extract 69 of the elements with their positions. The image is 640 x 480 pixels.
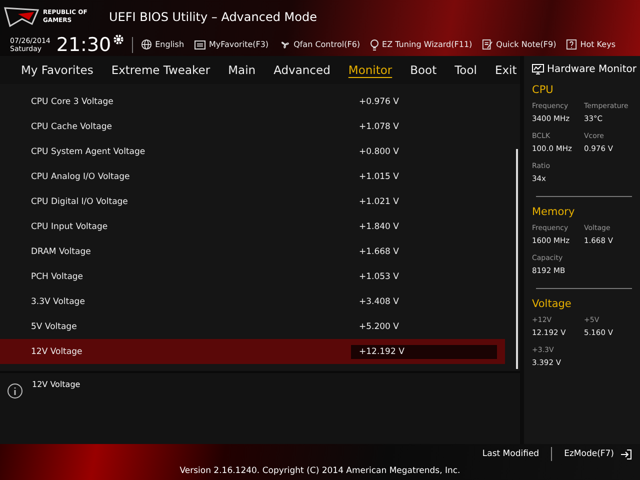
panel-title: Hardware Monitor <box>547 64 636 74</box>
last-modified-button[interactable]: Last Modified <box>482 449 540 459</box>
setting-name: CPU Core 3 Voltage <box>31 96 114 106</box>
note-pencil-icon <box>482 39 494 50</box>
monitor-icon <box>532 64 544 74</box>
setting-row[interactable]: 3.3V Voltage +3.408 V <box>0 289 505 314</box>
globe-icon <box>141 39 152 50</box>
setting-value: +0.976 V <box>358 96 400 108</box>
setting-row[interactable]: CPU System Agent Voltage +0.800 V <box>0 139 505 164</box>
setting-value: +0.800 V <box>358 146 400 158</box>
toolbar-button[interactable]: Qfan Control(F6) <box>278 39 366 50</box>
help-text: 12V Voltage <box>32 380 80 389</box>
setting-row[interactable]: CPU Digital I/O Voltage +1.021 V <box>0 189 505 214</box>
scrollbar[interactable] <box>516 149 518 369</box>
setting-row[interactable]: PCH Voltage +1.053 V <box>0 264 505 289</box>
menu-tab[interactable]: Advanced <box>266 63 338 77</box>
setting-name: CPU Analog I/O Voltage <box>31 172 131 182</box>
section-title: CPU <box>532 84 554 96</box>
eye-logo-icon <box>4 6 40 28</box>
setting-row[interactable]: CPU Analog I/O Voltage +1.015 V <box>0 164 505 189</box>
toolbar-button[interactable]: Quick Note(F9) <box>482 39 562 50</box>
setting-row[interactable]: 5V Voltage +5.200 V <box>0 314 505 339</box>
setting-name: CPU Digital I/O Voltage <box>31 196 129 206</box>
setting-name: PCH Voltage <box>31 272 84 282</box>
section-title: Voltage <box>532 298 572 310</box>
setting-name: CPU System Agent Voltage <box>31 146 146 156</box>
version-text: Version 2.16.1240. Copyright (C) 2014 American Megatrends, Inc. <box>180 466 460 476</box>
menu-tab[interactable]: Tool <box>448 63 484 77</box>
setting-name: 3.3V Voltage <box>31 296 86 306</box>
exit-arrow-icon[interactable] <box>620 448 632 460</box>
fan-icon <box>278 39 291 50</box>
setting-row[interactable]: 12V Voltage +12.192 V <box>0 339 505 364</box>
help-icon <box>566 39 578 50</box>
setting-row[interactable]: DRAM Voltage +1.668 V <box>0 239 505 264</box>
toolbar-button[interactable]: EZ Tuning Wizard(F11) <box>370 38 478 50</box>
menu-tab[interactable]: Exit <box>488 63 524 77</box>
setting-value: +1.053 V <box>358 270 400 284</box>
setting-value: +1.015 V <box>358 170 400 184</box>
setting-name: 12V Voltage <box>31 346 84 356</box>
setting-value: +5.200 V <box>358 320 400 334</box>
setting-name: CPU Input Voltage <box>31 222 109 232</box>
toolbar-button[interactable]: English <box>141 39 190 50</box>
info-icon <box>7 383 23 399</box>
menu-tab[interactable]: Main <box>221 63 263 77</box>
light-bulb-icon <box>370 38 380 50</box>
setting-value: +3.408 V <box>358 296 400 308</box>
ez-mode-button[interactable]: EzMode(F7) <box>564 449 614 459</box>
menu-tab[interactable]: Boot <box>403 63 444 77</box>
setting-value: +12.192 V <box>351 344 497 358</box>
setting-row[interactable]: CPU Core 3 Voltage +0.976 V <box>0 89 505 114</box>
setting-name: 5V Voltage <box>31 322 78 332</box>
clock-time: 21:30 <box>56 34 112 56</box>
section-title: Memory <box>532 206 576 218</box>
menu-tab[interactable]: Extreme Tweaker <box>104 63 218 77</box>
setting-value: +1.668 V <box>358 246 400 258</box>
setting-value: +1.840 V <box>358 220 400 234</box>
setting-name: CPU Cache Voltage <box>31 122 114 132</box>
setting-value: +1.021 V <box>358 196 400 208</box>
window-title: UEFI BIOS Utility – Advanced Mode <box>109 10 317 24</box>
setting-row[interactable]: CPU Input Voltage +1.840 V <box>0 214 505 239</box>
setting-value: +1.078 V <box>358 120 400 134</box>
setting-row[interactable]: CPU Cache Voltage +1.078 V <box>0 114 505 139</box>
menu-tab[interactable]: My Favorites <box>14 63 100 77</box>
toolbar-button[interactable]: Hot Keys <box>566 39 620 50</box>
list-window-icon <box>194 40 206 50</box>
settings-icon[interactable] <box>113 34 124 45</box>
menu-tab[interactable]: Monitor <box>341 63 400 77</box>
setting-name: DRAM Voltage <box>31 246 92 256</box>
toolbar-button[interactable]: MyFavorite(F3) <box>194 40 274 50</box>
